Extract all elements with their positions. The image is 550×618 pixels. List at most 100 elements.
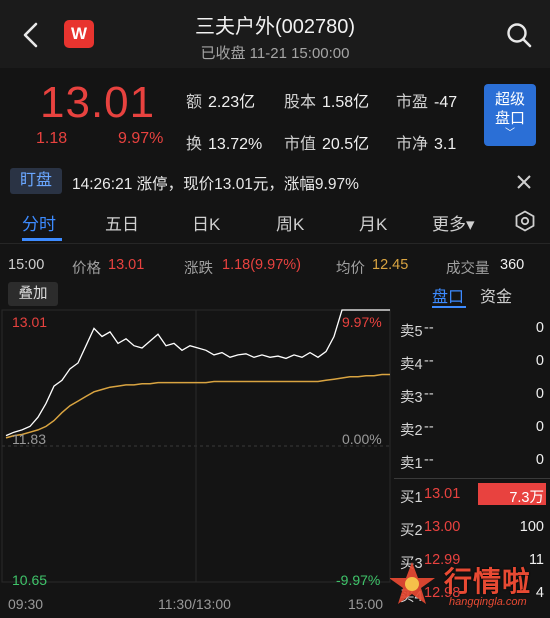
ask-price: --	[424, 419, 434, 435]
info-avg-value: 12.45	[372, 257, 409, 273]
stock-title: 三夫户外(002780)	[194, 16, 356, 38]
tab-more[interactable]: 更多▾	[432, 210, 475, 235]
quote-panel: 13.01 1.18 9.97% 额 2.23亿 股本 1.58亿 市盈 -47 换1…	[0, 68, 550, 160]
ask-level-label: 卖3	[400, 390, 423, 406]
stat-label: 市净	[396, 136, 429, 153]
orderbook-tabs: 盘口 资金	[392, 280, 550, 308]
stat-turnover-rate: 换 13.72%	[186, 130, 262, 154]
stat-share-capital: 股本 1.58亿	[284, 88, 369, 112]
price-change-percent: 9.97%	[118, 130, 164, 147]
ask-volume: 0	[535, 452, 544, 468]
ask-price: --	[424, 386, 434, 402]
stat-label: 换	[186, 136, 203, 153]
watermark-text: 行情啦	[444, 566, 532, 597]
avg-price-line	[5, 373, 390, 439]
info-price-label: 价格	[72, 261, 101, 277]
ask-level-label: 卖2	[400, 423, 423, 439]
ask-row[interactable]: 卖1 -- 0	[392, 445, 550, 477]
ask-volume: 0	[535, 419, 544, 435]
bid-price: 13.01	[424, 486, 461, 502]
tab-five-day[interactable]: 五日	[105, 210, 139, 235]
stat-label: 额	[186, 94, 203, 111]
intraday-chart[interactable]	[0, 280, 392, 618]
ask-level-label: 卖1	[400, 456, 423, 472]
watermark-url: hangqingla.com	[449, 596, 527, 608]
crosshair-info-line: 15:00 价格 13.01 涨跌 1.18(9.97%) 均价 12.45 成…	[0, 254, 550, 278]
stat-value: 2.23亿	[208, 94, 256, 111]
stat-label: 股本	[284, 94, 317, 111]
y-axis-zero-percent: 0.00%	[342, 431, 382, 447]
tab-capital-flow[interactable]: 资金	[480, 283, 512, 307]
ask-level-label: 卖5	[400, 324, 423, 340]
alert-message: 14:26:21 涨停，现价13.01元，涨幅9.97%	[72, 176, 359, 193]
orderbook-tab-indicator	[432, 306, 466, 308]
super-orderbook-button[interactable]: 超级 盘口 ﹀	[484, 84, 536, 146]
ask-volume: 0	[535, 386, 544, 402]
ask-row[interactable]: 卖2 -- 0	[392, 412, 550, 444]
stat-pe: 市盈 -47	[396, 88, 457, 112]
info-time: 15:00	[8, 257, 45, 273]
settings-icon[interactable]	[514, 210, 536, 232]
watch-alert-bar[interactable]: 盯盘 14:26:21 涨停，现价13.01元，涨幅9.97%	[0, 164, 550, 200]
stat-value: 3.1	[434, 136, 457, 153]
stat-turnover-amount: 额 2.23亿	[186, 88, 255, 112]
super-button-line2: 盘口	[494, 110, 525, 127]
info-volume-value: 360	[500, 257, 525, 273]
market-status: 已收盘 11-21 15:00:00	[200, 45, 350, 62]
y-axis-prev-close: 11.83	[12, 431, 46, 447]
x-axis-midday-time: 11:30/13:00	[158, 596, 231, 612]
info-change-label: 涨跌	[184, 261, 213, 277]
orderbook-divider	[394, 478, 550, 479]
tab-monthly-k[interactable]: 月K	[359, 210, 387, 235]
current-price: 13.01	[40, 78, 156, 127]
stat-value: 13.72%	[208, 136, 263, 153]
bid-volume: 100	[519, 519, 544, 535]
y-axis-high-percent: 9.97%	[342, 314, 382, 330]
bid-row[interactable]: 买1 13.01 7.3万	[392, 479, 550, 511]
tab-weekly-k[interactable]: 周K	[276, 210, 304, 235]
stat-label: 市盈	[396, 94, 429, 111]
info-avg-label: 均价	[336, 261, 365, 277]
ask-row[interactable]: 卖3 -- 0	[392, 379, 550, 411]
info-change-value: 1.18(9.97%)	[222, 257, 301, 273]
tab-intraday[interactable]: 分时	[22, 210, 56, 235]
y-axis-high-price: 13.01	[12, 314, 48, 330]
ask-row[interactable]: 卖4 -- 0	[392, 346, 550, 378]
ask-price: --	[424, 353, 434, 369]
bid-row[interactable]: 买2 13.00 100	[392, 512, 550, 544]
stat-market-cap: 市值 20.5亿	[284, 130, 369, 154]
y-axis-low-percent: -9.97%	[336, 572, 381, 588]
chart-period-tabs: 分时 五日 日K 周K 月K 更多▾	[0, 200, 550, 244]
bid-volume: 7.3万	[509, 490, 544, 506]
ask-price: --	[424, 452, 434, 468]
chevron-down-icon: ﹀	[505, 128, 515, 139]
top-bar: W 三夫户外(002780) 已收盘 11-21 15:00:00	[0, 0, 550, 68]
stat-value: 1.58亿	[322, 94, 370, 111]
y-axis-low-price: 10.65	[12, 572, 48, 588]
bid-level-label: 买1	[400, 490, 423, 506]
stat-value: -47	[434, 94, 458, 111]
bid-level-label: 买2	[400, 523, 423, 539]
x-axis-open-time: 09:30	[8, 596, 44, 612]
ask-price: --	[424, 320, 434, 336]
watch-tag: 盯盘	[10, 168, 62, 194]
tab-daily-k[interactable]: 日K	[192, 210, 220, 235]
x-axis-close-time: 15:00	[348, 596, 384, 612]
stat-value: 20.5亿	[322, 136, 370, 153]
close-icon[interactable]	[514, 172, 534, 192]
price-line	[5, 309, 390, 437]
overlay-button[interactable]: 叠加	[8, 282, 58, 306]
tab-orderbook[interactable]: 盘口	[432, 283, 464, 307]
stat-pb: 市净 3.1	[396, 130, 456, 154]
bid-price: 13.00	[424, 519, 461, 535]
ask-volume: 0	[535, 320, 544, 336]
ask-row[interactable]: 卖5 -- 0	[392, 313, 550, 345]
super-button-line1: 超级	[494, 91, 525, 108]
ask-level-label: 卖4	[400, 357, 423, 373]
info-price-value: 13.01	[108, 257, 145, 273]
search-icon[interactable]	[504, 20, 534, 50]
info-volume-label: 成交量	[446, 261, 490, 277]
ask-volume: 0	[535, 353, 544, 369]
stat-label: 市值	[284, 136, 317, 153]
price-change: 1.18	[36, 130, 68, 147]
